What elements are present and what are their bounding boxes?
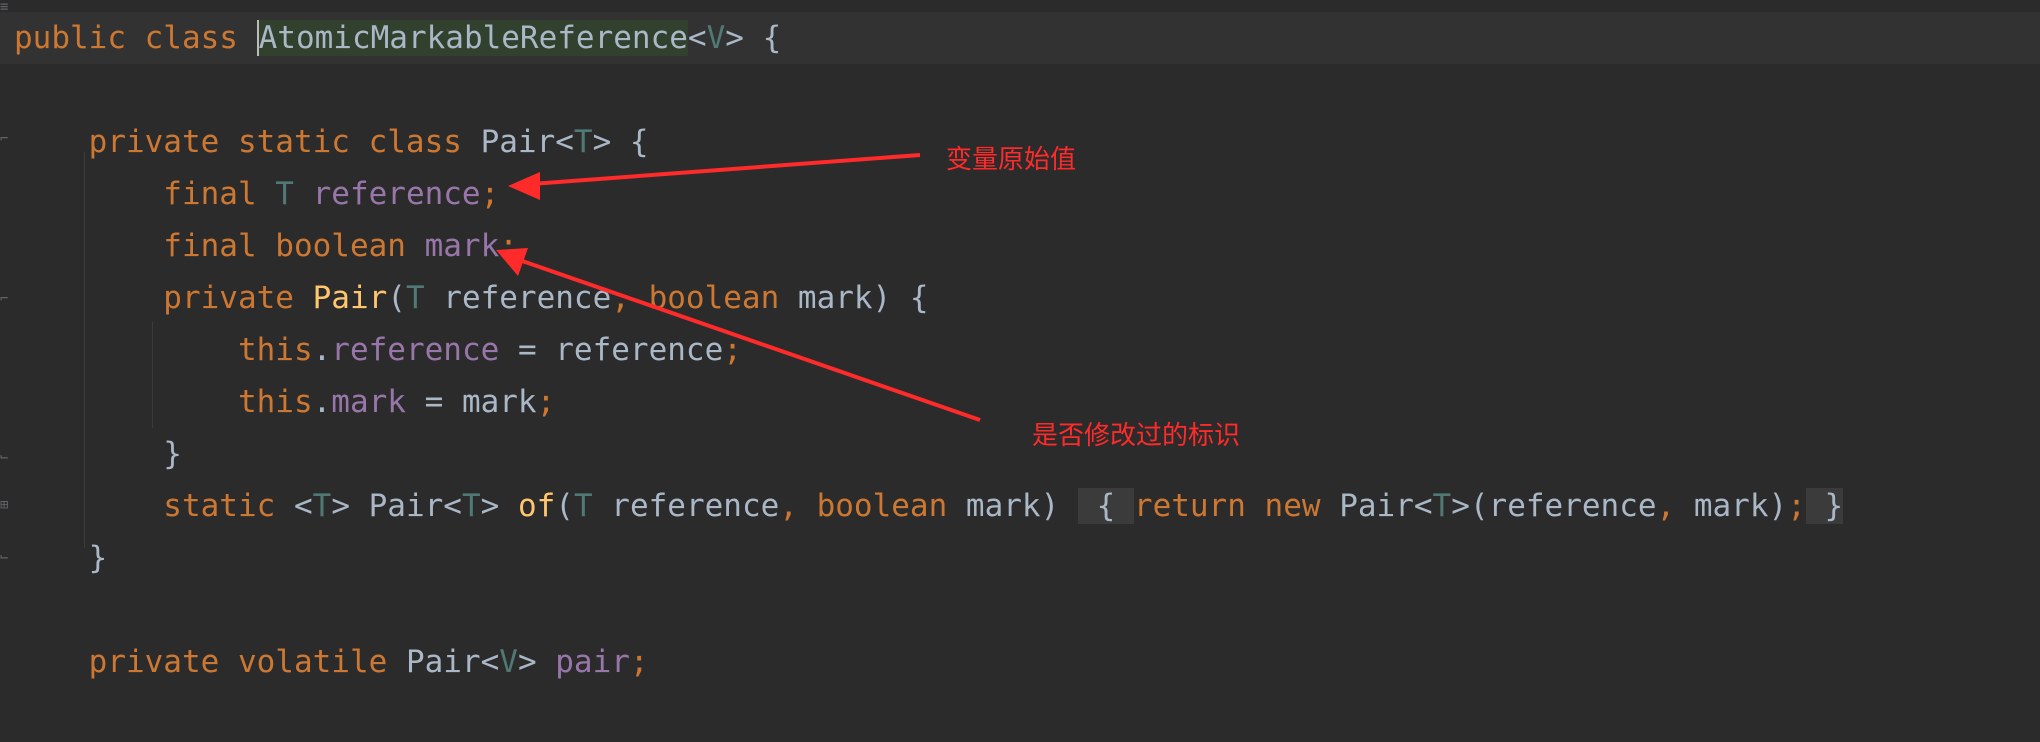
code-editor[interactable]: ≡ ⌐ ⌐ ⌙ ⊞ ⌙ public class AtomicMarkableR… xyxy=(0,0,2040,742)
arrow-to-mark xyxy=(504,253,981,422)
annotation-original-value: 变量原始值 xyxy=(946,145,1077,175)
arrow-to-reference xyxy=(517,153,921,187)
annotation-modified-flag: 是否修改过的标识 xyxy=(1032,421,1241,451)
annotation-arrows xyxy=(496,153,981,422)
arrowhead-icon xyxy=(508,172,540,200)
